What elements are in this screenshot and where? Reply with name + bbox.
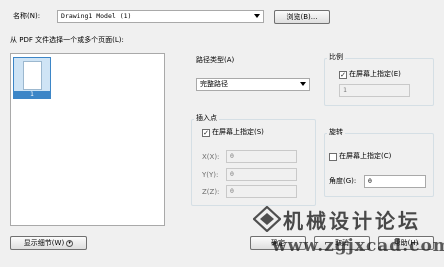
chevron-down-icon bbox=[300, 82, 306, 86]
pages-label: 从 PDF 文件选择一个或多个页面(L): bbox=[10, 36, 124, 44]
x-field[interactable]: 0 bbox=[226, 150, 297, 163]
scale-specify-checkbox[interactable]: ✓ bbox=[339, 71, 347, 79]
insertion-specify-label: 在屏幕上指定(S) bbox=[212, 128, 264, 136]
name-dropdown[interactable]: Drawing1 Model (1) bbox=[57, 10, 264, 23]
watermark-site-name: 机械设计论坛 bbox=[283, 209, 421, 233]
scale-group bbox=[324, 58, 434, 106]
path-type-value: 完整路径 bbox=[200, 80, 228, 88]
rotation-group-title: 旋转 bbox=[327, 128, 345, 137]
rotation-specify-checkbox[interactable] bbox=[329, 153, 337, 161]
rotation-specify-label: 在屏幕上指定(C) bbox=[339, 152, 392, 160]
x-label: X(X): bbox=[202, 153, 220, 161]
chevron-down-icon: ▾ bbox=[66, 239, 74, 247]
path-type-dropdown[interactable]: 完整路径 bbox=[196, 78, 310, 91]
scale-field[interactable]: 1 bbox=[339, 84, 410, 97]
watermark-logo bbox=[253, 206, 281, 232]
scale-specify-label: 在屏幕上指定(E) bbox=[349, 70, 401, 78]
scale-group-title: 比例 bbox=[327, 53, 345, 62]
page-number: 1 bbox=[14, 91, 50, 99]
name-dropdown-value: Drawing1 Model (1) bbox=[61, 12, 132, 20]
path-type-label: 路径类型(A) bbox=[196, 56, 235, 64]
y-field[interactable]: 0 bbox=[226, 168, 297, 181]
page-thumbnail-image bbox=[23, 61, 42, 90]
angle-label: 角度(G): bbox=[329, 177, 357, 185]
insertion-group-title: 插入点 bbox=[194, 114, 219, 123]
browse-button[interactable]: 浏览(B)... bbox=[274, 10, 330, 24]
chevron-down-icon bbox=[254, 14, 260, 18]
watermark-url: www.zgjxcad.com bbox=[272, 236, 444, 256]
pages-list[interactable]: 1 bbox=[10, 53, 165, 226]
name-label: 名称(N): bbox=[13, 12, 41, 20]
y-label: Y(Y): bbox=[202, 171, 219, 179]
page-thumbnail[interactable]: 1 bbox=[13, 57, 51, 99]
show-details-label: 显示细节(W) bbox=[23, 239, 65, 247]
z-field[interactable]: 0 bbox=[226, 185, 297, 198]
z-label: Z(Z): bbox=[202, 188, 220, 196]
insertion-specify-checkbox[interactable]: ✓ bbox=[202, 129, 210, 137]
angle-field[interactable]: 0 bbox=[364, 175, 426, 188]
show-details-button[interactable]: 显示细节(W) ▾ bbox=[10, 236, 87, 250]
